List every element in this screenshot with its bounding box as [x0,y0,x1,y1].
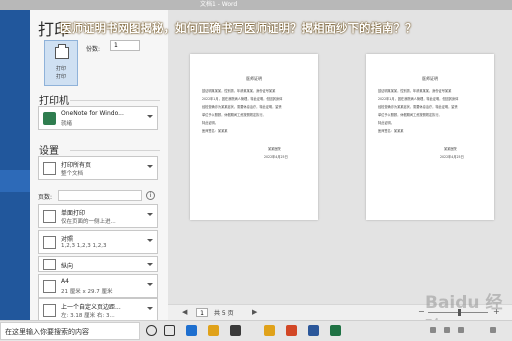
collate-select[interactable]: 对照 1,2,3 1,2,3 1,2,3 [38,230,158,254]
page-line: 医师签名：某某某 [378,129,404,133]
page-number-input[interactable]: 1 [196,308,208,317]
printer-icon [55,44,69,59]
setting-sub: 21 厘米 x 29.7 厘米 [61,289,113,295]
copies-input[interactable]: 1 [110,40,140,51]
page-line: 兹证明某某某，性别男，年龄某某某，身份证号某某 [202,89,276,93]
divider [70,150,160,151]
portrait-icon [43,259,56,270]
chevron-down-icon [147,165,153,168]
sides-select[interactable]: 单面打印 仅在页面的一侧上进... [38,204,158,228]
preview-page: 医师证明 兹证明某某某，性别男，年龄某某某，身份证号某某 2022年1月，因在我… [190,54,318,220]
folder-icon[interactable] [264,325,275,336]
headline-banner: 医师证明书网图揭秘，如何正确书写医师证明？揭相面纱下的指南？？ [0,18,512,38]
next-page-icon[interactable]: ▶ [252,308,257,316]
zoom-out-icon[interactable]: − [418,307,425,316]
setting-sub: 左: 3.18 厘米 右: 3... [61,313,115,319]
collate-icon [43,236,56,249]
divider [70,100,160,101]
chevron-down-icon [147,283,153,286]
pages-label: 页数: [38,194,53,201]
print-button[interactable]: 打印 打印 [44,40,78,86]
print-button-sub-label: 打印 [55,74,66,80]
page-line: 2022年1月，因在我院病人管理，特此证明，但因其身体 [378,97,459,101]
page-title: 医师证明 [246,76,262,81]
chevron-down-icon [147,213,153,216]
printer-name: OneNote for Windo... [61,110,124,117]
page-line: 某某医院 [268,147,281,151]
tray-icon[interactable] [430,327,436,333]
chevron-down-icon [147,307,153,310]
margins-select[interactable]: 上一个自定义页边距... 左: 3.18 厘米 右: 3... [38,298,158,322]
orientation-select[interactable]: 纵向 [38,256,158,272]
setting-sub: 仅在页面的一侧上进... [61,219,116,225]
task-view-icon[interactable] [164,325,175,336]
settings-heading: 设置 [39,146,59,157]
page-line: 经检查确诊为某某症状，需要休息治疗，特此证明，望贵 [202,105,282,109]
print-button-label: 打印 [55,66,66,72]
rail-selected-item[interactable] [0,170,30,192]
taskbar-search-text: 在这里输入你要搜索的内容 [5,328,89,336]
page-line: 经检查确诊为某某症状，需要休息治疗，特此证明，望贵 [378,105,458,109]
chevron-down-icon [147,115,153,118]
setting-main: A4 [61,278,69,285]
page-line: 兹证明某某某，性别男，年龄某某某，身份证号某某 [378,89,452,93]
page-title: 医师证明 [422,76,438,81]
chevron-down-icon [147,239,153,242]
copies-label: 份数: [86,46,101,53]
setting-main: 单面打印 [61,210,86,217]
setting-main: 对照 [61,236,74,243]
printer-select[interactable]: OneNote for Windo... 就绪 [38,106,158,130]
pages-row: 页数: i [38,190,158,202]
preview-page: 医师证明 兹证明某某某，性别男，年龄某某某，身份证号某某 2022年1月，因在我… [366,54,494,220]
print-preview: 医师证明 兹证明某某某，性别男，年龄某某某，身份证号某某 2022年1月，因在我… [168,10,512,310]
page-line: 2022年4月25日 [264,155,288,159]
title-bar: 文档1 - Word [0,0,512,10]
taskbar-search[interactable]: 在这里输入你要搜索的内容 [0,322,140,340]
printer-status: 就绪 [61,121,73,127]
chevron-down-icon [147,263,153,266]
page-line: 单位予以照顾，休假期间工资按照规定执行。 [202,113,266,117]
setting-sub: 整个文档 [61,171,84,177]
setting-main: 打印所有页 [61,162,92,169]
pages-input[interactable] [58,190,142,201]
margins-icon [43,304,56,317]
prev-page-icon[interactable]: ◀ [182,308,187,316]
setting-sub: 1,2,3 1,2,3 1,2,3 [61,243,107,249]
print-pane: 打印 打印 打印 份数: 1 打印机 OneNote for Windo... … [30,10,168,322]
page-line: 医师签名：某某某 [202,129,228,133]
window-title: 文档1 - Word [200,1,238,8]
powerpoint-icon[interactable] [286,325,297,336]
excel-icon[interactable] [330,325,341,336]
file-explorer-icon[interactable] [208,325,219,336]
headline-text: 医师证明书网图揭秘，如何正确书写医师证明？揭相面纱下的指南？？ [60,21,417,35]
page-line: 2022年4月25日 [440,155,464,159]
cortana-icon[interactable] [146,325,157,336]
network-icon[interactable] [444,327,450,333]
printer-heading: 打印机 [39,96,69,107]
page-total: 共 5 页 [214,310,234,317]
notification-icon[interactable] [490,327,496,333]
one-sided-icon [43,210,56,223]
setting-main: 上一个自定义页边距... [61,304,121,311]
info-icon[interactable]: i [146,191,155,200]
paper-icon [43,280,56,293]
volume-icon[interactable] [458,327,464,333]
backstage-rail [0,10,30,320]
edge-icon[interactable] [186,325,197,336]
printer-status-icon [43,112,56,125]
page-line: 2022年1月，因在我院病人管理，特此证明，但因其身体 [202,97,283,101]
store-icon[interactable] [230,325,241,336]
page-line: 某某医院 [444,147,457,151]
paper-size-select[interactable]: A4 21 厘米 x 29.7 厘米 [38,274,158,298]
page-line: 单位予以照顾，休假期间工资按照规定执行。 [378,113,442,117]
setting-main: 纵向 [61,263,74,270]
taskbar: 在这里输入你要搜索的内容 [0,320,512,341]
page-line: 特此证明。 [378,121,394,125]
page-line: 特此证明。 [202,121,218,125]
word-icon[interactable] [308,325,319,336]
document-icon [43,162,56,175]
print-range-select[interactable]: 打印所有页 整个文档 [38,156,158,180]
